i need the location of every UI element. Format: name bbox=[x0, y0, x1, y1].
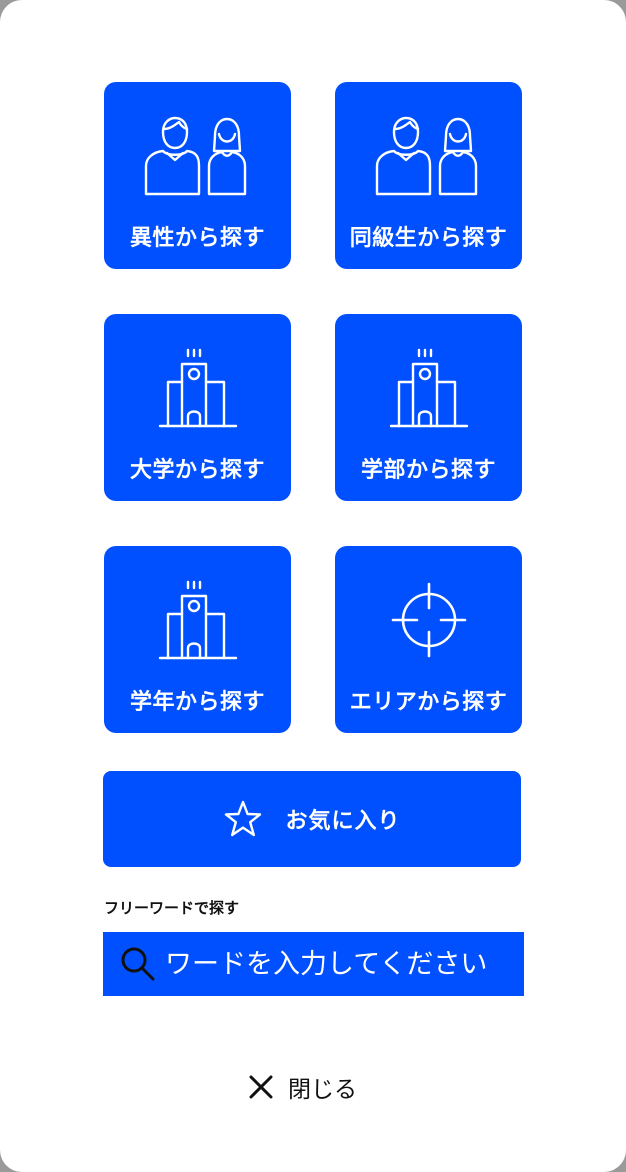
free-word-search-input[interactable] bbox=[165, 948, 524, 980]
close-label: 閉じる bbox=[288, 1077, 357, 1103]
favorites-label: お気に入り bbox=[285, 809, 401, 834]
tile-label: 同級生から探す bbox=[349, 226, 508, 251]
building-icon bbox=[104, 578, 291, 662]
tile-label: エリアから探す bbox=[349, 690, 508, 715]
search-by-area-button[interactable]: エリアから探す bbox=[335, 546, 522, 733]
tile-label: 学部から探す bbox=[360, 458, 496, 483]
building-icon bbox=[335, 346, 522, 430]
search-box bbox=[103, 932, 524, 996]
favorites-button[interactable]: お気に入り bbox=[103, 771, 521, 867]
tile-label: 大学から探す bbox=[129, 458, 265, 483]
star-icon bbox=[223, 799, 263, 839]
close-button[interactable]: 閉じる bbox=[246, 1064, 357, 1110]
crosshair-icon bbox=[335, 578, 522, 662]
couple-icon bbox=[104, 114, 291, 198]
search-by-grade-button[interactable]: 学年から探す bbox=[104, 546, 291, 733]
tile-label: 学年から探す bbox=[129, 690, 265, 715]
free-word-section-label: フリーワードで探す bbox=[104, 899, 240, 917]
close-icon bbox=[246, 1072, 276, 1102]
search-by-university-button[interactable]: 大学から探す bbox=[104, 314, 291, 501]
search-by-faculty-button[interactable]: 学部から探す bbox=[335, 314, 522, 501]
building-icon bbox=[104, 346, 291, 430]
search-by-classmates-button[interactable]: 同級生から探す bbox=[335, 82, 522, 269]
search-by-opposite-sex-button[interactable]: 異性から探す bbox=[104, 82, 291, 269]
couple-icon bbox=[335, 114, 522, 198]
search-icon bbox=[119, 945, 157, 983]
search-menu-modal: 異性から探す 同級生から探す 大学から探す 学部から探す 学年から探す エリアか… bbox=[0, 0, 626, 1172]
tile-label: 異性から探す bbox=[129, 226, 265, 251]
